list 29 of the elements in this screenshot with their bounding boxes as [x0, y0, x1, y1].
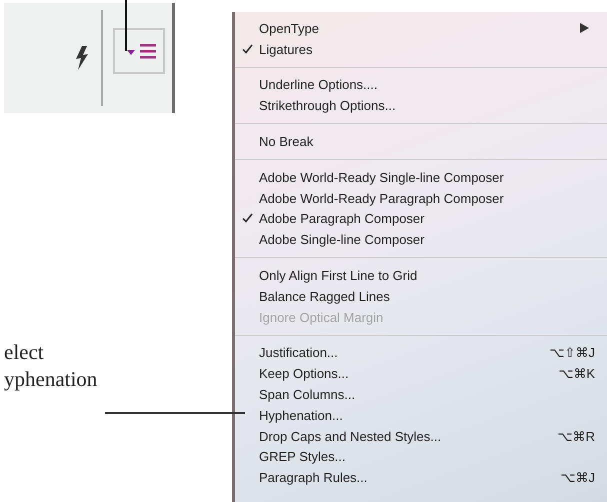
shortcut-text: ⌥⌘J: [560, 470, 595, 486]
menu-item[interactable]: Ligatures: [235, 38, 607, 60]
shortcut-text: ⌥⌘K: [558, 366, 595, 382]
checkmark-icon: [242, 213, 253, 224]
menu-item[interactable]: Hyphenation...: [235, 404, 607, 426]
menu-item[interactable]: Drop Caps and Nested Styles... ⌥⌘R: [235, 426, 607, 447]
menu-item[interactable]: Adobe Single-line Composer: [235, 229, 607, 250]
menu-item[interactable]: Adobe World-Ready Single-line Composer: [235, 166, 607, 188]
menu-item[interactable]: Strikethrough Options...: [235, 95, 607, 116]
menu-item[interactable]: Adobe World-Ready Paragraph Composer: [235, 188, 607, 209]
menu-item[interactable]: OpenType: [235, 18, 607, 39]
menu-item[interactable]: No Break: [235, 131, 607, 152]
menu-item[interactable]: GREP Styles...: [235, 446, 607, 468]
shortcut-text: ⌥⌘R: [558, 428, 595, 444]
menu-item[interactable]: Adobe Paragraph Composer: [235, 208, 607, 230]
menu-item[interactable]: Only Align First Line to Grid: [235, 265, 607, 286]
menu-item[interactable]: Keep Options... ⌥⌘K: [235, 363, 607, 384]
menu-item[interactable]: Justification... ⌥⇧⌘J: [235, 342, 607, 364]
callout-text: yphenation: [4, 366, 98, 393]
menu-item[interactable]: Span Columns...: [235, 384, 607, 405]
lightning-icon[interactable]: [73, 45, 91, 71]
menu-item[interactable]: Paragraph Rules... ⌥⌘J: [235, 467, 607, 488]
menu-item[interactable]: Underline Options....: [235, 74, 607, 96]
paragraph-menu-button[interactable]: [113, 28, 165, 74]
submenu-arrow-icon: [580, 23, 589, 34]
callout-text: elect: [4, 339, 45, 366]
checkmark-icon: [242, 44, 253, 54]
menu-item[interactable]: Balance Ragged Lines: [235, 286, 607, 307]
shortcut-text: ⌥⇧⌘J: [550, 345, 595, 360]
